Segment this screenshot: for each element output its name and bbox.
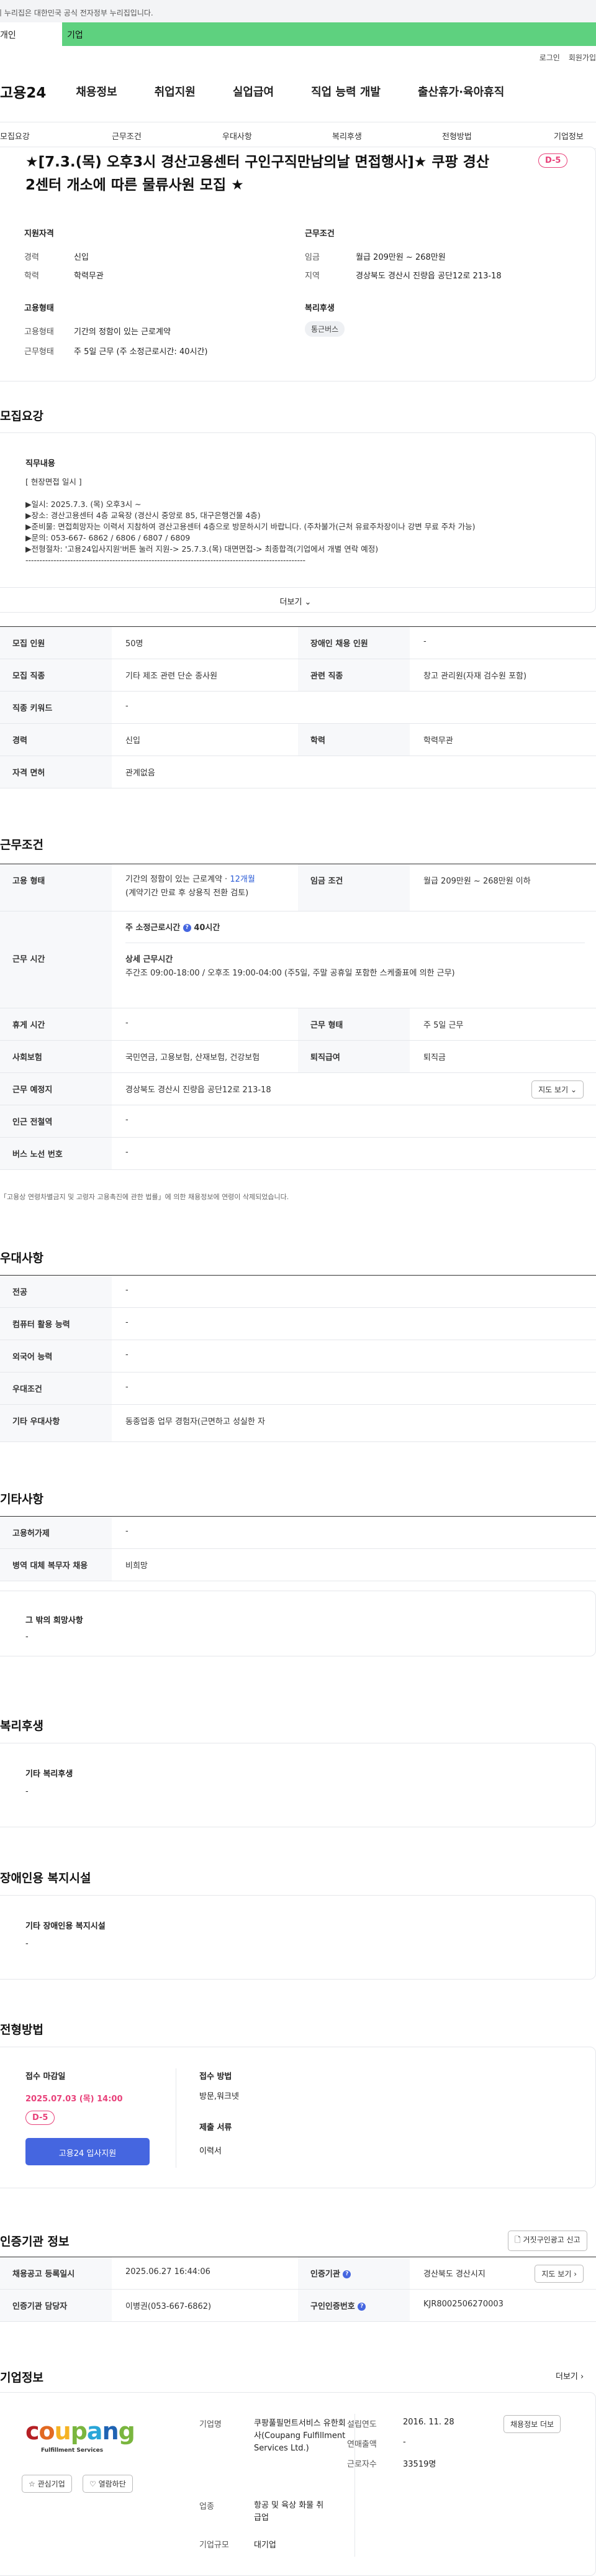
company-heading: 기업정보: [0, 2371, 43, 2385]
nav-parental-leave[interactable]: 출산휴가·육아휴직: [418, 83, 504, 99]
tab-work[interactable]: 근무조건: [112, 130, 142, 142]
duty-title: 직무내용: [25, 459, 55, 468]
welfare-title: 복리후생: [305, 304, 335, 313]
main-nav: 고용24 채용정보 취업지원 실업급여 직업 능력 개발 출산휴가·육아휴직: [0, 81, 596, 102]
tab-company[interactable]: 기업정보: [554, 130, 584, 142]
divider: [354, 2414, 355, 2557]
pref-heading: 우대사항: [0, 1251, 43, 1265]
nav-employment-support[interactable]: 취업지원: [155, 83, 196, 99]
emp-title: 고용형태: [24, 304, 54, 313]
career-label: 경력: [24, 253, 39, 262]
duty-line: ▶장소: 경산고용센터 4층 교육장 (경산시 중앙로 85, 대구은행건물 4…: [25, 511, 261, 520]
welfare-card: 기타 복리후생 -: [0, 1743, 596, 1827]
nav-vocational-training[interactable]: 직업 능력 개발: [311, 83, 381, 99]
info-icon[interactable]: ?: [343, 2270, 351, 2278]
other-heading: 기타사항: [0, 1492, 43, 1506]
emp-value: 기간의 정함이 있는 근로계약: [74, 327, 171, 337]
d-day-badge: D-5: [538, 153, 568, 168]
process-heading: 전형방법: [0, 2023, 43, 2037]
info-icon[interactable]: ?: [358, 2303, 366, 2311]
qual-title: 지원자격: [24, 229, 54, 239]
tab-personal[interactable]: 개인: [0, 22, 62, 46]
wish-card: 그 밖의 희망사항 -: [0, 1591, 596, 1656]
document-icon: 🗋: [515, 2236, 521, 2244]
recruit-table: 모집 인원 50명 장애인 채용 인원 - 모집 직종 기타 제조 관련 단순 종사원 관…: [0, 626, 596, 788]
job-title: ★[7.3.(목) 오후3시 경산고용센터 구인구직만남의날 면접행사]★ 쿠팡…: [25, 154, 489, 193]
company-jobs-button[interactable]: 채용정보 더보: [503, 2415, 561, 2433]
tab-company[interactable]: 기업: [62, 22, 596, 46]
login-link[interactable]: 로그인: [540, 52, 560, 63]
apply-button[interactable]: 고용24 입사지원: [25, 2138, 150, 2165]
hours-label: 근무형태: [24, 347, 54, 357]
loc-label: 지역: [305, 272, 320, 281]
work-table: 고용 형태 기간의 정함이 있는 근로계약 · 12개월 (계약기간 만료 후 상용…: [0, 864, 596, 1170]
deadline-value: 2025.07.03 (목) 14:00: [25, 2094, 123, 2104]
wage-label: 임금: [305, 253, 320, 262]
company-logo: coupang: [25, 2418, 135, 2445]
logo-subtitle: Fulfillment Services: [41, 2447, 104, 2454]
tab-pref[interactable]: 우대사항: [222, 130, 252, 142]
duty-content: [ 현장면접 일시 ] ▶일시: 2025.7.3. (목) 오후3시 ~ ▶장…: [25, 477, 584, 566]
util-links: 로그인 회원가입: [540, 52, 596, 63]
info-icon[interactable]: ?: [183, 924, 191, 932]
loc-value: 경상북도 경산시 진량읍 공단12로 213-18: [356, 272, 502, 281]
cert-heading: 인증기관 정보: [0, 2235, 70, 2249]
duty-line: ▶준비물: 면접희망자는 이력서 지참하여 경산고용센터 4층으로 방문하시기 …: [25, 522, 476, 531]
site-logo[interactable]: 고용24: [0, 81, 46, 102]
job-summary-card: ★[7.3.(목) 오후3시 경산고용센터 구인구직만남의날 면접행사]★ 쿠팡…: [0, 147, 596, 381]
heart-icon: ♡: [89, 2480, 96, 2488]
signup-link[interactable]: 회원가입: [569, 52, 596, 63]
edu-value: 학력무관: [74, 272, 104, 281]
nav-jobs[interactable]: 채용정보: [76, 83, 117, 99]
map-button[interactable]: 지도 보기 ⌄: [531, 1080, 584, 1098]
facility-heading: 장애인용 복지시설: [0, 1871, 91, 1885]
report-button[interactable]: 🗋 거짓구인광고 신고: [508, 2231, 587, 2251]
other-table: 고용허가제 - 병역 대체 복무자 채용 비희망: [0, 1516, 596, 1581]
company-more-link[interactable]: 더보기 ›: [556, 2370, 584, 2382]
nav-unemployment-benefit[interactable]: 실업급여: [233, 83, 274, 99]
work-heading: 근무조건: [0, 838, 43, 852]
duty-card: 직무내용 [ 현장면접 일시 ] ▶일시: 2025.7.3. (목) 오후3시…: [0, 432, 596, 613]
facility-card: 기타 장애인용 복지시설 -: [0, 1895, 596, 1980]
duty-line: ▶일시: 2025.7.3. (목) 오후3시 ~: [25, 500, 142, 509]
gov-banner: 이 누리집은 대한민국 공식 전자정부 누리집입니다.: [0, 0, 596, 22]
cert-table: 채용공고 등록일시 2025.06.27 16:44:06 인증기관 ? 경산북도 경…: [0, 2257, 596, 2322]
process-card: 접수 마감일 2025.07.03 (목) 14:00 D-5 고용24 입사지…: [0, 2047, 596, 2188]
tab-welfare[interactable]: 복리후생: [332, 130, 362, 142]
duty-line: [ 현장면접 일시 ]: [25, 477, 82, 486]
pref-table: 전공 - 컴퓨터 활용 능력 - 외국어 능력 - 우대조건 - 기타 우대사항 동종업종…: [0, 1275, 596, 1442]
duty-line: ▶전형절차: '고용24입사지원'버튼 눌러 지원-> 25.7.3.(목) 대…: [25, 544, 379, 554]
age-note: 「고용상 연령차별금지 및 고령자 고용촉진에 관한 법률」에 의한 채용정보에…: [0, 1193, 289, 1201]
wage-value: 월급 209만원 ~ 268만원: [356, 253, 446, 262]
career-value: 신입: [74, 253, 89, 262]
favorite-button[interactable]: ☆ 관심기업: [22, 2475, 72, 2493]
tab-recruit[interactable]: 모집요강: [0, 130, 30, 142]
emp-label: 고용형태: [24, 327, 54, 337]
star-icon: ☆: [29, 2480, 35, 2488]
section-tabs: 모집요강 근무조건 우대사항 복리후생 전형방법 기업정보: [0, 122, 596, 149]
welfare-tag: 통근버스: [305, 321, 345, 337]
like-button[interactable]: ♡ 열람하단: [83, 2475, 133, 2493]
edu-label: 학력: [24, 272, 39, 281]
recruit-heading: 모집요강: [0, 409, 43, 423]
duty-line: ▶문의: 053-667- 6862 / 6806 / 6807 / 6809: [25, 533, 191, 542]
company-card: coupang Fulfillment Services ☆ 관심기업 ♡ 열람…: [0, 2392, 596, 2576]
cert-map-button[interactable]: 지도 보기 ›: [535, 2265, 584, 2283]
duty-line: ----------------------------------------…: [25, 555, 306, 565]
cond-title: 근무조건: [305, 229, 335, 239]
welfare-heading: 복리후생: [0, 1719, 43, 1733]
tab-process[interactable]: 전형방법: [442, 130, 472, 142]
hours-value: 주 5일 근무 (주 소정근로시간: 40시간): [74, 347, 208, 357]
user-type-bar: 개인 기업: [0, 22, 596, 46]
process-d-day: D-5: [25, 2111, 55, 2125]
duty-more-button[interactable]: 더보기 ⌄: [0, 587, 596, 613]
